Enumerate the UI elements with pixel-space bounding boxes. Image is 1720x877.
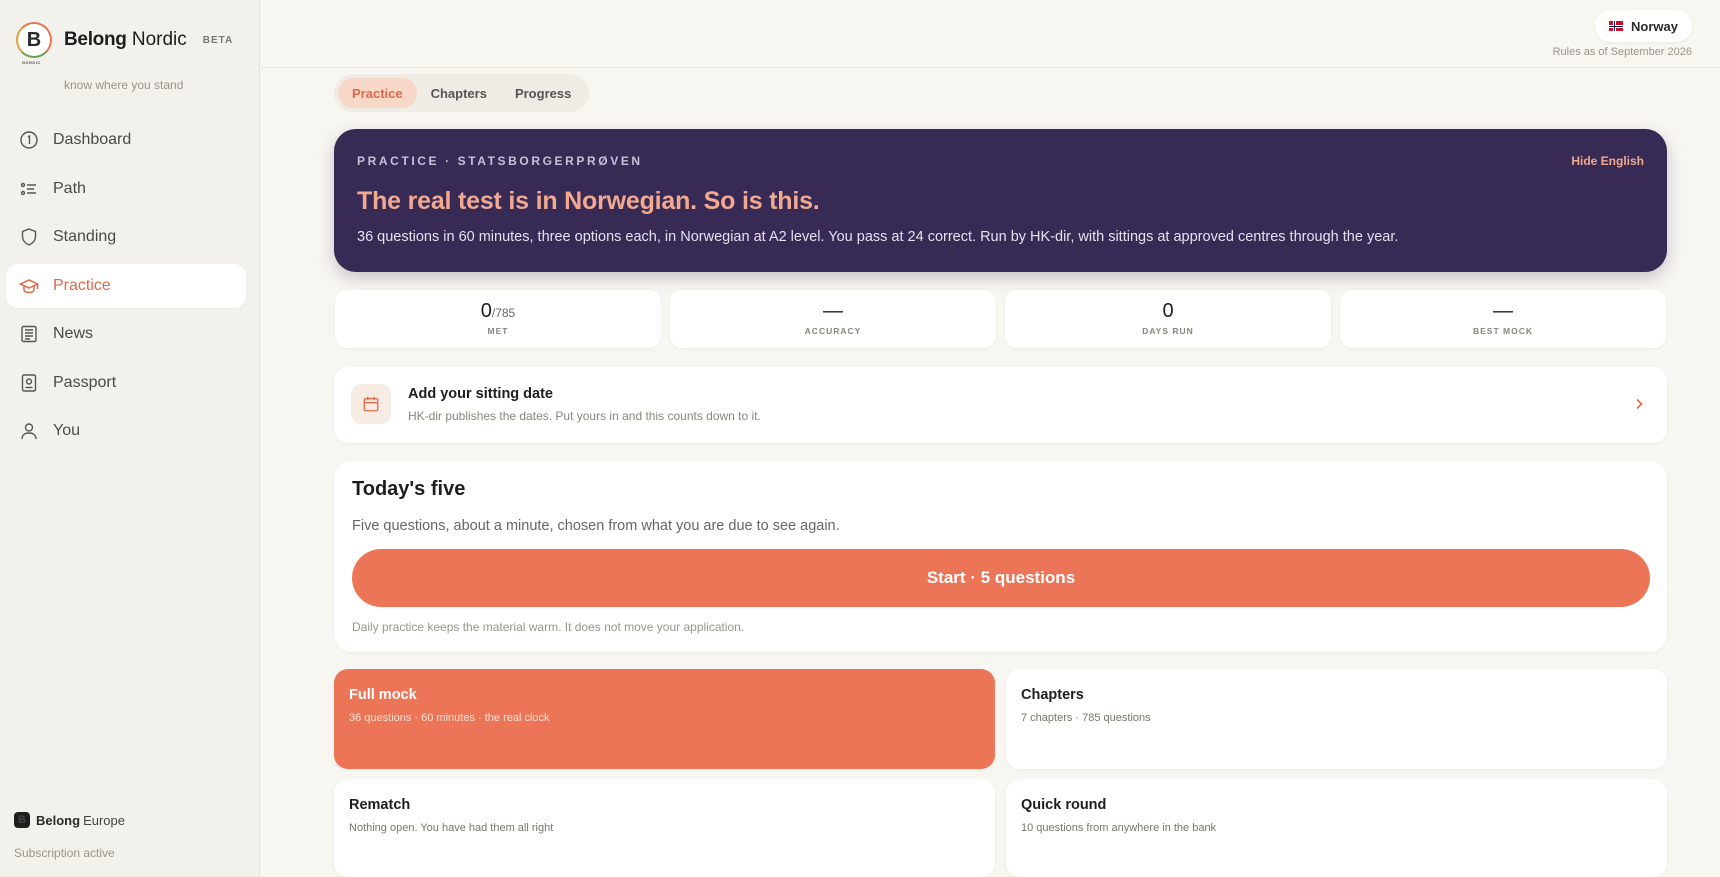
- card-title: Chapters: [1021, 687, 1084, 703]
- stat-label: BEST MOCK: [1473, 326, 1533, 336]
- stat-value-number: —: [1493, 300, 1513, 322]
- stat-value-number: —: [823, 300, 843, 322]
- chapters-card[interactable]: Chapters 7 chapters · 785 questions: [1006, 669, 1667, 769]
- sidebar-item-label: Standing: [53, 228, 117, 245]
- sidebar-item-label: Practice: [53, 276, 111, 294]
- brand-name: Belong Nordic: [64, 29, 187, 51]
- hero-banner: PRACTICE · STATSBORGERPRØVEN Hide Englis…: [334, 129, 1667, 272]
- path-list-icon: [19, 179, 39, 199]
- quick-round-card[interactable]: Quick round 10 questions from anywhere i…: [1006, 779, 1667, 877]
- chevron-right-icon: [1636, 398, 1643, 410]
- card-subtitle: 7 chapters · 785 questions: [1021, 712, 1151, 724]
- start-button[interactable]: Start · 5 questions: [352, 549, 1650, 607]
- card-subtitle: 36 questions · 60 minutes · the real clo…: [349, 712, 550, 724]
- add-sitting-date-card[interactable]: Add your sitting date HK-dir publishes t…: [334, 367, 1667, 443]
- card-subtitle: Nothing open. You have had them all righ…: [349, 822, 554, 834]
- hero-description: 36 questions in 60 minutes, three option…: [357, 229, 1399, 245]
- passport-icon: [19, 373, 39, 393]
- stat-days-run: 0 DAYS RUN: [1005, 290, 1331, 348]
- tab-chapters[interactable]: Chapters: [417, 78, 501, 108]
- sidebar-item-label: Path: [53, 179, 86, 197]
- todays-five-note: Daily practice keeps the material warm. …: [352, 620, 745, 634]
- brand-name-regular: Nordic: [131, 29, 187, 50]
- full-mock-card[interactable]: Full mock 36 questions · 60 minutes · th…: [334, 669, 995, 769]
- sidebar-item-passport[interactable]: Passport: [6, 361, 246, 405]
- sidebar-item-you[interactable]: You: [6, 409, 246, 453]
- sidebar-item-label: You: [53, 422, 80, 439]
- sidebar-item-standing[interactable]: Standing: [6, 215, 246, 259]
- sidebar-item-label: Passport: [53, 373, 117, 391]
- brand-name-bold: Belong: [64, 29, 127, 50]
- brand-logo-subtext: NORDIC: [22, 60, 41, 65]
- card-subtitle: 10 questions from anywhere in the bank: [1021, 822, 1217, 834]
- dashboard-icon: [19, 130, 39, 150]
- stat-value: 0/785: [335, 300, 661, 322]
- practice-tabs: Practice Chapters Progress: [334, 74, 590, 112]
- todays-five-card: Today's five Five questions, about a min…: [334, 461, 1667, 652]
- rematch-card[interactable]: Rematch Nothing open. You have had them …: [334, 779, 995, 877]
- country-label: Norway: [1631, 18, 1678, 34]
- stat-value: 0: [1005, 300, 1331, 322]
- sidebar-item-label: Dashboard: [53, 131, 132, 148]
- tab-practice[interactable]: Practice: [338, 78, 417, 108]
- footer-brand-regular: Europe: [83, 812, 125, 828]
- footer-brand[interactable]: B Belong Europe: [14, 812, 125, 828]
- calendar-icon: [351, 384, 391, 424]
- country-selector[interactable]: Norway: [1595, 10, 1692, 42]
- brand-logo: B: [16, 22, 52, 58]
- footer-brand-bold: Belong: [36, 812, 81, 828]
- top-bar: Norway Rules as of September 2026: [261, 0, 1720, 68]
- stat-label: ACCURACY: [804, 326, 862, 336]
- beta-badge: BETA: [202, 34, 234, 46]
- sidebar-nav: Dashboard Path Standing Practice News Pa…: [6, 118, 246, 458]
- stat-value-number: 0: [480, 300, 492, 322]
- card-title: Full mock: [349, 687, 417, 703]
- stat-label: MET: [487, 326, 509, 336]
- todays-five-subtitle: Five questions, about a minute, chosen f…: [352, 518, 840, 534]
- card-title: Rematch: [349, 797, 411, 813]
- stat-value: —: [670, 300, 996, 322]
- stat-value: —: [1340, 300, 1666, 322]
- sidebar-item-news[interactable]: News: [6, 312, 246, 356]
- subscription-status: Subscription active: [14, 846, 115, 860]
- stat-value-number: 0: [1162, 300, 1174, 322]
- hero-title: The real test is in Norwegian. So is thi…: [357, 187, 820, 215]
- stat-label: DAYS RUN: [1142, 326, 1194, 336]
- stat-value-suffix: /785: [491, 306, 516, 320]
- stat-best-mock: — BEST MOCK: [1340, 290, 1666, 348]
- hero-eyebrow: PRACTICE · STATSBORGERPRØVEN: [357, 154, 643, 168]
- shield-icon: [19, 227, 39, 247]
- rules-note: Rules as of September 2026: [1552, 46, 1692, 58]
- sidebar-item-practice[interactable]: Practice: [6, 263, 246, 308]
- card-title: Quick round: [1021, 797, 1107, 813]
- graduation-cap-icon: [19, 276, 39, 296]
- sitting-subtitle: HK-dir publishes the dates. Put yours in…: [408, 409, 761, 423]
- sidebar-item-path[interactable]: Path: [6, 167, 246, 211]
- footer-brand-logo: B: [14, 812, 30, 828]
- sitting-title: Add your sitting date: [408, 386, 553, 402]
- user-icon: [19, 421, 39, 441]
- brand-tagline: know where you stand: [64, 78, 184, 92]
- stat-met: 0/785 MET: [335, 290, 661, 348]
- norway-flag-icon: [1609, 21, 1624, 31]
- brand[interactable]: B Belong Nordic BETA: [16, 22, 233, 58]
- stat-accuracy: — ACCURACY: [670, 290, 996, 348]
- todays-five-title: Today's five: [352, 478, 466, 500]
- sidebar-item-dashboard[interactable]: Dashboard: [6, 118, 246, 162]
- tab-progress[interactable]: Progress: [501, 78, 585, 108]
- sidebar: B Belong Nordic BETA NORDIC know where y…: [0, 0, 260, 877]
- hide-english-button[interactable]: Hide English: [1571, 154, 1644, 168]
- newspaper-icon: [19, 324, 39, 344]
- sidebar-item-label: News: [53, 325, 94, 342]
